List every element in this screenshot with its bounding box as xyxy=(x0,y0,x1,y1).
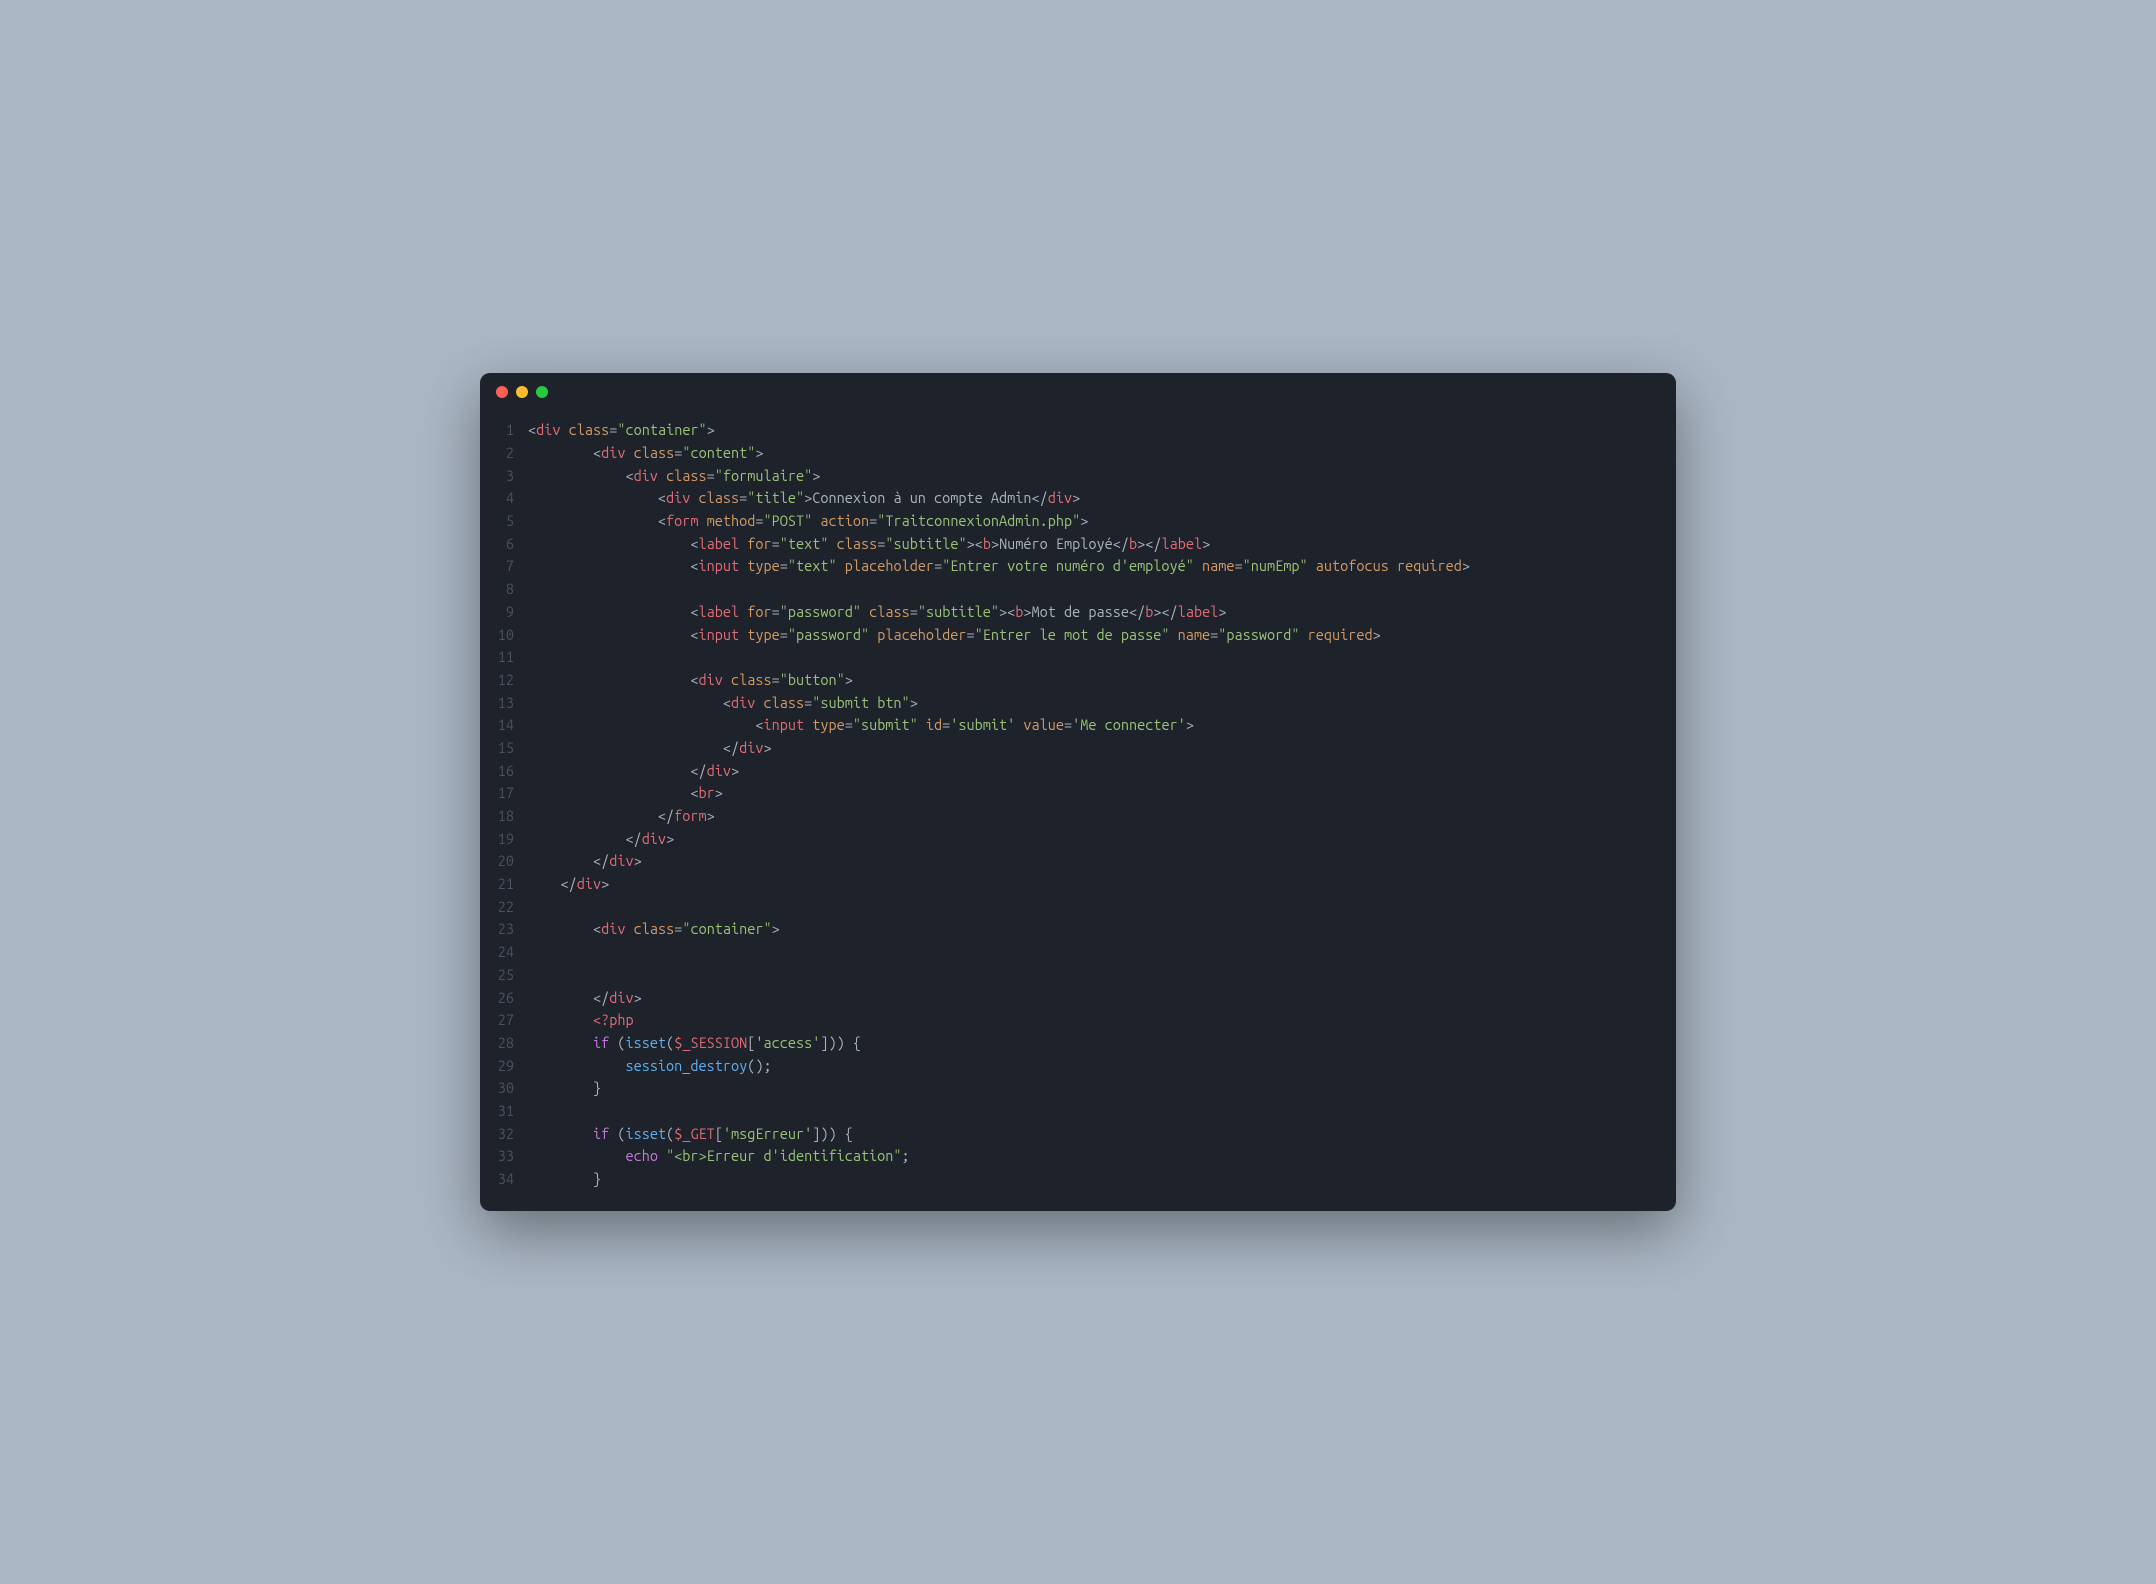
code-line: } xyxy=(528,1077,1660,1100)
line-number: 1 xyxy=(480,419,514,442)
code-line: <div class="content"> xyxy=(528,442,1660,465)
code-area[interactable]: <div class="container"> <div class="cont… xyxy=(528,419,1676,1190)
line-number: 26 xyxy=(480,987,514,1010)
line-number: 27 xyxy=(480,1009,514,1032)
line-number-gutter: 1234567891011121314151617181920212223242… xyxy=(480,419,528,1190)
code-line: <br> xyxy=(528,782,1660,805)
code-line: echo "<br>Erreur d'identification"; xyxy=(528,1145,1660,1168)
line-number: 24 xyxy=(480,941,514,964)
line-number: 30 xyxy=(480,1077,514,1100)
code-line xyxy=(528,896,1660,919)
code-line: session_destroy(); xyxy=(528,1055,1660,1078)
line-number: 29 xyxy=(480,1055,514,1078)
line-number: 14 xyxy=(480,714,514,737)
line-number: 9 xyxy=(480,601,514,624)
line-number: 32 xyxy=(480,1123,514,1146)
code-window: 1234567891011121314151617181920212223242… xyxy=(480,373,1676,1210)
line-number: 17 xyxy=(480,782,514,805)
code-line: <label for="text" class="subtitle"><b>Nu… xyxy=(528,533,1660,556)
line-number: 6 xyxy=(480,533,514,556)
code-line: </div> xyxy=(528,987,1660,1010)
code-line xyxy=(528,941,1660,964)
line-number: 4 xyxy=(480,487,514,510)
code-line: <div class="container"> xyxy=(528,419,1660,442)
line-number: 10 xyxy=(480,624,514,647)
code-line: <input type="password" placeholder="Entr… xyxy=(528,624,1660,647)
code-line: <input type="text" placeholder="Entrer v… xyxy=(528,555,1660,578)
line-number: 5 xyxy=(480,510,514,533)
line-number: 21 xyxy=(480,873,514,896)
code-line: </div> xyxy=(528,850,1660,873)
line-number: 34 xyxy=(480,1168,514,1191)
line-number: 13 xyxy=(480,692,514,715)
code-line: </div> xyxy=(528,760,1660,783)
line-number: 8 xyxy=(480,578,514,601)
code-line: </form> xyxy=(528,805,1660,828)
zoom-icon[interactable] xyxy=(536,386,548,398)
line-number: 12 xyxy=(480,669,514,692)
code-line: <div class="formulaire"> xyxy=(528,465,1660,488)
titlebar xyxy=(480,373,1676,411)
code-line: <?php xyxy=(528,1009,1660,1032)
line-number: 19 xyxy=(480,828,514,851)
line-number: 11 xyxy=(480,646,514,669)
line-number: 16 xyxy=(480,760,514,783)
code-line: if (isset($_SESSION['access'])) { xyxy=(528,1032,1660,1055)
code-line xyxy=(528,1100,1660,1123)
code-line: } xyxy=(528,1168,1660,1191)
code-line: <div class="container"> xyxy=(528,918,1660,941)
line-number: 2 xyxy=(480,442,514,465)
line-number: 20 xyxy=(480,850,514,873)
code-line xyxy=(528,578,1660,601)
code-line: </div> xyxy=(528,873,1660,896)
code-line: <label for="password" class="subtitle"><… xyxy=(528,601,1660,624)
line-number: 7 xyxy=(480,555,514,578)
minimize-icon[interactable] xyxy=(516,386,528,398)
line-number: 33 xyxy=(480,1145,514,1168)
code-line: <div class="button"> xyxy=(528,669,1660,692)
code-line: <form method="POST" action="Traitconnexi… xyxy=(528,510,1660,533)
code-line: <div class="submit btn"> xyxy=(528,692,1660,715)
code-line xyxy=(528,964,1660,987)
line-number: 22 xyxy=(480,896,514,919)
line-number: 15 xyxy=(480,737,514,760)
code-line xyxy=(528,646,1660,669)
code-line: </div> xyxy=(528,737,1660,760)
line-number: 28 xyxy=(480,1032,514,1055)
code-line: <div class="title">Connexion à un compte… xyxy=(528,487,1660,510)
code-line: if (isset($_GET['msgErreur'])) { xyxy=(528,1123,1660,1146)
editor: 1234567891011121314151617181920212223242… xyxy=(480,411,1676,1210)
code-line: <input type="submit" id='submit' value='… xyxy=(528,714,1660,737)
line-number: 31 xyxy=(480,1100,514,1123)
line-number: 3 xyxy=(480,465,514,488)
line-number: 18 xyxy=(480,805,514,828)
close-icon[interactable] xyxy=(496,386,508,398)
code-line: </div> xyxy=(528,828,1660,851)
line-number: 23 xyxy=(480,918,514,941)
line-number: 25 xyxy=(480,964,514,987)
